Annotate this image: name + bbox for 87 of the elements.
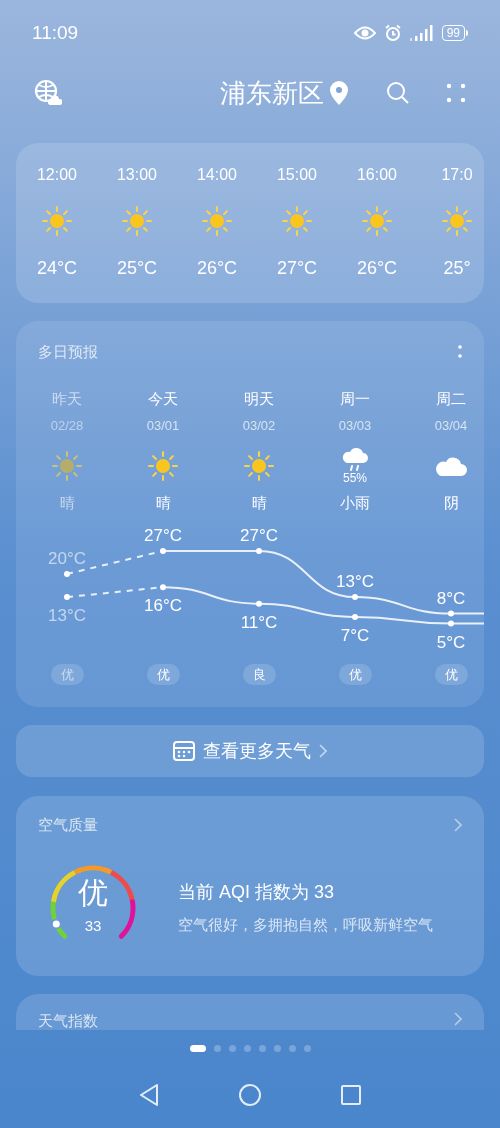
aqi-grade: 优 bbox=[78, 874, 108, 911]
day-condition: 晴 bbox=[59, 492, 75, 513]
low-temperature: 5°C bbox=[436, 632, 466, 651]
chevron-right-icon bbox=[454, 1012, 462, 1026]
hour-time: 17:0 bbox=[441, 165, 473, 185]
low-temperature: 11°C bbox=[240, 612, 278, 632]
sun-icon bbox=[281, 205, 313, 237]
aqi-badge: 优 bbox=[146, 663, 180, 685]
high-temperature: 13°C bbox=[336, 571, 374, 591]
low-temperature: 13°C bbox=[48, 605, 86, 625]
page-indicator[interactable] bbox=[288, 1045, 296, 1052]
sun-icon bbox=[121, 205, 153, 237]
card-title: 空气质量 bbox=[38, 815, 98, 835]
battery-indicator: 99 bbox=[441, 25, 468, 41]
aqi-badge: 良 bbox=[242, 663, 276, 685]
aqi-headline: 当前 AQI 指数为 33 bbox=[178, 880, 336, 904]
day-date: 03/01 bbox=[146, 417, 180, 435]
alarm-clock-icon bbox=[383, 24, 402, 42]
sun-icon bbox=[51, 449, 83, 482]
hour-temperature: 26°C bbox=[196, 257, 238, 280]
hour-time: 16:00 bbox=[356, 165, 397, 185]
low-temperature: 16°C bbox=[144, 595, 182, 615]
location-pin-icon bbox=[330, 81, 348, 105]
day-name: 周一 bbox=[340, 388, 370, 409]
day-name: 昨天 bbox=[52, 388, 82, 409]
hour-time: 15:00 bbox=[276, 165, 317, 185]
sun-icon bbox=[361, 205, 393, 237]
weather-index-card[interactable]: 天气指数 bbox=[16, 994, 484, 1030]
day-condition: 阴 bbox=[443, 492, 459, 513]
air-quality-card[interactable]: 空气质量 优 33 当前 AQI 指数为 33 空气很好，多拥抱自然，呼吸新鲜空气 bbox=[16, 796, 484, 976]
aqi-badge: 优 bbox=[50, 663, 84, 685]
hour-temperature: 26°C bbox=[356, 257, 398, 280]
search-icon[interactable] bbox=[386, 81, 410, 105]
eye-icon bbox=[353, 26, 376, 40]
location-title: 浦东新区 bbox=[220, 76, 324, 110]
sun-icon bbox=[41, 205, 73, 237]
high-temperature: 27°C bbox=[240, 525, 278, 545]
more-icon[interactable] bbox=[458, 344, 462, 361]
day-name: 今天 bbox=[148, 388, 178, 409]
chevron-right-icon bbox=[454, 818, 462, 833]
page-indicator[interactable] bbox=[213, 1045, 221, 1052]
day-date: 02/28 bbox=[50, 417, 84, 435]
day-condition: 晴 bbox=[155, 492, 171, 513]
high-temperature: 27°C bbox=[144, 525, 182, 545]
chevron-right-icon bbox=[319, 744, 327, 758]
day-date: 03/03 bbox=[338, 417, 372, 435]
more-icon[interactable] bbox=[446, 83, 466, 103]
more-weather-button[interactable]: 查看更多天气 bbox=[16, 725, 484, 777]
page-indicator[interactable] bbox=[228, 1045, 236, 1052]
sun-icon bbox=[201, 205, 233, 237]
aqi-badge: 优 bbox=[338, 663, 372, 685]
recents-icon[interactable] bbox=[341, 1085, 361, 1105]
hour-time: 14:00 bbox=[196, 165, 237, 185]
high-temperature: 20°C bbox=[48, 548, 86, 568]
hour-time: 12:00 bbox=[36, 165, 77, 185]
aqi-badge: 优 bbox=[434, 663, 468, 685]
rain-cloud-icon bbox=[341, 446, 369, 471]
home-icon[interactable] bbox=[239, 1084, 261, 1106]
hour-temperature: 24°C bbox=[36, 257, 78, 280]
day-condition: 晴 bbox=[251, 492, 267, 513]
day-date: 03/02 bbox=[242, 417, 276, 435]
sun-icon bbox=[243, 449, 275, 482]
hour-temperature: 25° bbox=[443, 257, 471, 280]
hour-temperature: 25°C bbox=[116, 257, 158, 280]
precipitation-chance: 55% bbox=[343, 470, 367, 485]
signal-icon bbox=[409, 25, 434, 41]
status-time: 11:09 bbox=[32, 20, 79, 45]
page-indicator[interactable] bbox=[303, 1045, 311, 1052]
aqi-advice: 空气很好，多拥抱自然，呼吸新鲜空气 bbox=[178, 914, 433, 935]
day-name: 明天 bbox=[244, 388, 274, 409]
calendar-icon bbox=[173, 740, 195, 762]
page-indicator[interactable] bbox=[258, 1045, 266, 1052]
card-title: 多日预报 bbox=[38, 342, 98, 362]
day-date: 03/04 bbox=[434, 417, 468, 435]
low-temperature: 7°C bbox=[340, 625, 370, 645]
page-indicator[interactable] bbox=[189, 1045, 206, 1052]
aqi-value: 33 bbox=[84, 915, 102, 936]
day-condition: 小雨 bbox=[340, 492, 370, 513]
globe-cloud-icon[interactable] bbox=[34, 79, 62, 107]
hour-temperature: 27°C bbox=[276, 257, 318, 280]
hour-time: 13:00 bbox=[116, 165, 157, 185]
back-icon[interactable] bbox=[139, 1084, 159, 1106]
high-temperature: 8°C bbox=[436, 588, 466, 608]
day-name: 周二 bbox=[436, 388, 466, 409]
card-title: 天气指数 bbox=[38, 1012, 98, 1030]
sun-icon bbox=[441, 205, 473, 237]
sun-icon bbox=[147, 449, 179, 482]
